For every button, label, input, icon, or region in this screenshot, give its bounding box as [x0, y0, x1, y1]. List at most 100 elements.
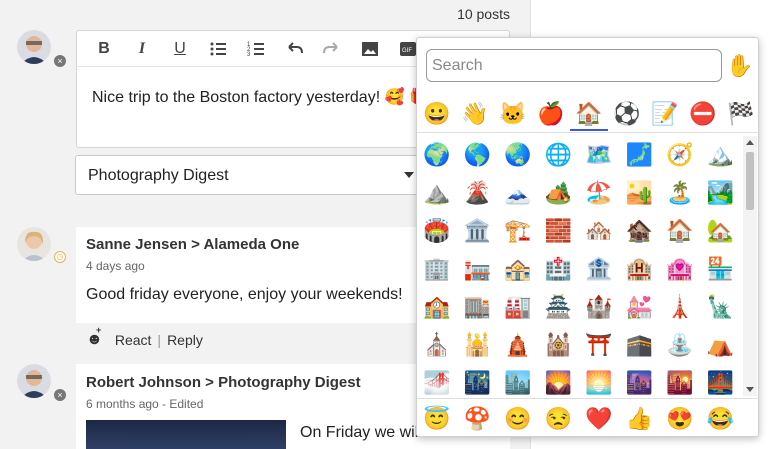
emoji-cell[interactable]: 🌇: [664, 367, 696, 396]
emoji-cell[interactable]: 🗺️: [583, 139, 615, 171]
redo-button[interactable]: [321, 38, 343, 60]
category-people-icon[interactable]: 👋: [459, 98, 491, 130]
emoji-cell[interactable]: 🌋: [462, 177, 494, 209]
emoji-cell[interactable]: 🏨: [624, 253, 656, 285]
emoji-cell[interactable]: 🌍: [421, 139, 453, 171]
reply-button[interactable]: Reply: [167, 332, 203, 348]
skin-tone-button[interactable]: ✋: [726, 53, 753, 79]
category-smileys-icon[interactable]: 😀: [421, 98, 453, 130]
bold-button[interactable]: B: [93, 38, 115, 60]
emoji-cell[interactable]: 🏘️: [583, 215, 615, 247]
react-icon[interactable]: ☻ +: [86, 325, 103, 349]
recent-emoji-cell[interactable]: 😇: [421, 403, 453, 435]
emoji-cell[interactable]: ⛩️: [583, 329, 615, 361]
emoji-cell[interactable]: 🌃: [462, 367, 494, 396]
scroll-up-icon[interactable]: [746, 140, 754, 145]
italic-button[interactable]: I: [131, 38, 153, 60]
emoji-cell[interactable]: 🕍: [543, 329, 575, 361]
emoji-cell[interactable]: 🏦: [583, 253, 615, 285]
post-photo[interactable]: [86, 420, 286, 449]
emoji-cell[interactable]: ⛲: [664, 329, 696, 361]
emoji-cell[interactable]: ⛪: [421, 329, 453, 361]
category-objects-icon[interactable]: 📝: [649, 98, 681, 130]
recent-emoji-cell[interactable]: 👍: [624, 403, 656, 435]
recent-emoji-cell[interactable]: 😍: [664, 403, 696, 435]
composer-text[interactable]: Nice trip to the Boston factory yesterda…: [92, 87, 429, 107]
category-animals-icon[interactable]: 🐱: [497, 98, 529, 130]
category-food-icon[interactable]: 🍎: [535, 98, 567, 130]
underline-button[interactable]: U: [169, 38, 191, 60]
emoji-cell[interactable]: 🌏: [502, 139, 534, 171]
emoji-cell[interactable]: 🏙️: [502, 367, 534, 396]
react-button[interactable]: React: [115, 332, 152, 348]
emoji-cell[interactable]: 🌐: [543, 139, 575, 171]
emoji-cell[interactable]: 🌆: [624, 367, 656, 396]
emoji-cell[interactable]: 🌁: [421, 367, 453, 396]
category-flags-icon[interactable]: 🏁: [725, 98, 757, 130]
emoji-cell[interactable]: 🏝️: [664, 177, 696, 209]
emoji-cell[interactable]: 🕌: [462, 329, 494, 361]
author-name[interactable]: Robert Johnson: [86, 374, 201, 391]
emoji-cell[interactable]: 🏕️: [543, 177, 575, 209]
emoji-cell[interactable]: 🏚️: [624, 215, 656, 247]
emoji-cell[interactable]: 🏟️: [421, 215, 453, 247]
scroll-down-icon[interactable]: [746, 387, 754, 392]
emoji-cell[interactable]: 🌅: [583, 367, 615, 396]
emoji-cell[interactable]: 🏩: [664, 253, 696, 285]
image-button[interactable]: [359, 38, 381, 60]
emoji-cell[interactable]: ⛰️: [421, 177, 453, 209]
audience-select[interactable]: Photography Digest: [75, 155, 425, 195]
emoji-cell[interactable]: 🗻: [502, 177, 534, 209]
emoji-cell[interactable]: 🏜️: [624, 177, 656, 209]
emoji-cell[interactable]: 🏣: [462, 253, 494, 285]
emoji-cell[interactable]: 🧭: [664, 139, 696, 171]
emoji-cell[interactable]: 🌉: [705, 367, 737, 396]
emoji-cell[interactable]: 🏖️: [583, 177, 615, 209]
recent-emoji-cell[interactable]: 😂: [705, 403, 737, 435]
emoji-cell[interactable]: 💒: [624, 291, 656, 323]
emoji-cell[interactable]: 🏗️: [502, 215, 534, 247]
category-activities-icon[interactable]: ⚽: [611, 98, 643, 130]
emoji-cell[interactable]: 🏥: [543, 253, 575, 285]
recent-emoji-cell[interactable]: 😒: [543, 403, 575, 435]
group-name[interactable]: Alameda One: [203, 236, 299, 253]
emoji-cell[interactable]: 🏡: [705, 215, 737, 247]
emoji-cell[interactable]: 🏛️: [462, 215, 494, 247]
emoji-search-input[interactable]: [426, 49, 722, 82]
emoji-cell[interactable]: 🏯: [543, 291, 575, 323]
recent-emoji-cell[interactable]: 🍄: [462, 403, 494, 435]
emoji-cell[interactable]: 🏠: [664, 215, 696, 247]
emoji-cell[interactable]: 🛕: [502, 329, 534, 361]
emoji-cell[interactable]: 🌄: [543, 367, 575, 396]
emoji-cell[interactable]: 🏤: [502, 253, 534, 285]
bullet-list-button[interactable]: [207, 38, 229, 60]
emoji-cell[interactable]: 🏢: [421, 253, 453, 285]
emoji-grid-scrollbar[interactable]: [743, 136, 757, 396]
recent-emoji-cell[interactable]: ❤️: [583, 403, 615, 435]
remove-icon[interactable]: ×: [54, 55, 66, 67]
author-avatar[interactable]: [17, 227, 51, 261]
emoji-cell[interactable]: 🗽: [705, 291, 737, 323]
emoji-cell[interactable]: ⛺: [705, 329, 737, 361]
group-name[interactable]: Photography Digest: [218, 374, 361, 391]
emoji-cell[interactable]: 🗾: [624, 139, 656, 171]
emoji-cell[interactable]: 🏞️: [705, 177, 737, 209]
scrollbar-thumb[interactable]: [746, 152, 754, 210]
emoji-cell[interactable]: 🗼: [664, 291, 696, 323]
author-avatar[interactable]: [17, 364, 51, 398]
emoji-cell[interactable]: 🧱: [543, 215, 575, 247]
author-name[interactable]: Sanne Jensen: [86, 236, 187, 253]
numbered-list-button[interactable]: 123: [245, 38, 267, 60]
remove-icon[interactable]: ×: [54, 389, 66, 401]
current-user-avatar[interactable]: [17, 30, 51, 64]
undo-button[interactable]: [283, 38, 305, 60]
category-places-icon[interactable]: 🏠: [573, 98, 605, 130]
recent-emoji-cell[interactable]: 😊: [502, 403, 534, 435]
emoji-cell[interactable]: 🏪: [705, 253, 737, 285]
emoji-cell[interactable]: 🏬: [462, 291, 494, 323]
emoji-cell[interactable]: 🏰: [583, 291, 615, 323]
emoji-cell[interactable]: 🏭: [502, 291, 534, 323]
emoji-cell[interactable]: 🏔️: [705, 139, 737, 171]
emoji-cell[interactable]: 🏫: [421, 291, 453, 323]
emoji-cell[interactable]: 🕋: [624, 329, 656, 361]
